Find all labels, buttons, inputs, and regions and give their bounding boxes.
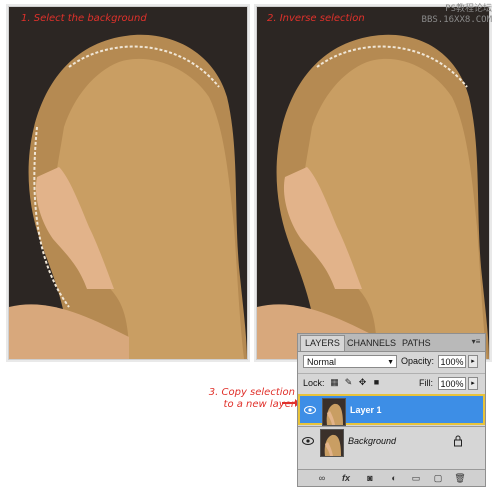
watermark-line-2: BBS.16XX8.COM [421, 15, 492, 25]
step-1-label: 1. Select the background [21, 13, 147, 24]
blend-mode-value: Normal [307, 357, 337, 367]
lock-icon [454, 435, 462, 447]
layer-row-background[interactable]: Background [298, 426, 485, 458]
mask-icon[interactable]: ◙ [364, 472, 376, 484]
photo-inverse-selection: 2. Inverse selection [256, 6, 490, 360]
tab-channels[interactable]: CHANNELS [343, 336, 400, 351]
lock-image-icon[interactable]: ✎ [343, 377, 354, 388]
fx-icon[interactable]: fx [340, 472, 352, 484]
opacity-slider-icon[interactable]: ▸ [468, 355, 478, 368]
chevron-down-icon: ▼ [387, 359, 394, 366]
tab-layers[interactable]: LAYERS [300, 335, 345, 351]
panel-tab-bar: LAYERS CHANNELS PATHS ▾≡ [298, 334, 485, 352]
panel-footer: ∞ fx ◙ ◐ ▭ ▢ 🗑 [298, 469, 485, 486]
tab-paths[interactable]: PATHS [398, 336, 435, 351]
woman-portrait-1 [9, 34, 247, 359]
fill-label: Fill: [419, 378, 433, 388]
eye-icon[interactable] [302, 437, 314, 445]
step-3-caption: 3. Copy selection to a new layer [185, 387, 295, 411]
panel-menu-icon[interactable]: ▾≡ [470, 337, 482, 347]
layer-thumbnail [322, 398, 346, 426]
opacity-input[interactable]: 100% [438, 355, 466, 368]
link-icon[interactable]: ∞ [316, 472, 328, 484]
layer-thumbnail [320, 429, 344, 457]
blend-mode-select[interactable]: Normal ▼ [303, 355, 397, 368]
adjustment-icon[interactable]: ◐ [388, 472, 400, 484]
lock-label: Lock: [303, 378, 325, 388]
photo-select-background: 1. Select the background [8, 6, 248, 360]
layers-panel: LAYERS CHANNELS PATHS ▾≡ Normal ▼ Opacit… [297, 333, 486, 487]
watermark-line-1: PS教程论坛 [445, 4, 492, 14]
fill-input[interactable]: 100% [438, 377, 466, 390]
lock-transparent-icon[interactable]: ▦ [329, 377, 340, 388]
lock-row: Lock: ▦ ✎ ✥ ■ Fill: 100% ▸ [298, 373, 485, 394]
woman-portrait-2 [257, 34, 489, 359]
layer-row-layer-1[interactable]: Layer 1 [298, 394, 485, 426]
fill-slider-icon[interactable]: ▸ [468, 377, 478, 390]
watermark: PS教程论坛 BBS.16XX8.COM [422, 4, 492, 26]
lock-position-icon[interactable]: ✥ [357, 377, 368, 388]
step-3-line-1: 3. Copy selection [208, 387, 295, 398]
step-2-label: 2. Inverse selection [267, 13, 365, 24]
trash-icon[interactable]: 🗑 [454, 472, 466, 484]
group-folder-icon[interactable]: ▭ [410, 472, 422, 484]
new-layer-icon[interactable]: ▢ [432, 472, 444, 484]
opacity-label: Opacity: [401, 356, 435, 366]
arrow-icon [282, 399, 300, 407]
layer-name[interactable]: Layer 1 [350, 405, 382, 415]
step-3-line-2: to a new layer [223, 399, 295, 410]
eye-icon[interactable] [304, 406, 316, 414]
lock-all-icon[interactable]: ■ [371, 377, 382, 388]
layer-name[interactable]: Background [348, 436, 396, 446]
blend-row: Normal ▼ Opacity: 100% ▸ [298, 352, 485, 372]
